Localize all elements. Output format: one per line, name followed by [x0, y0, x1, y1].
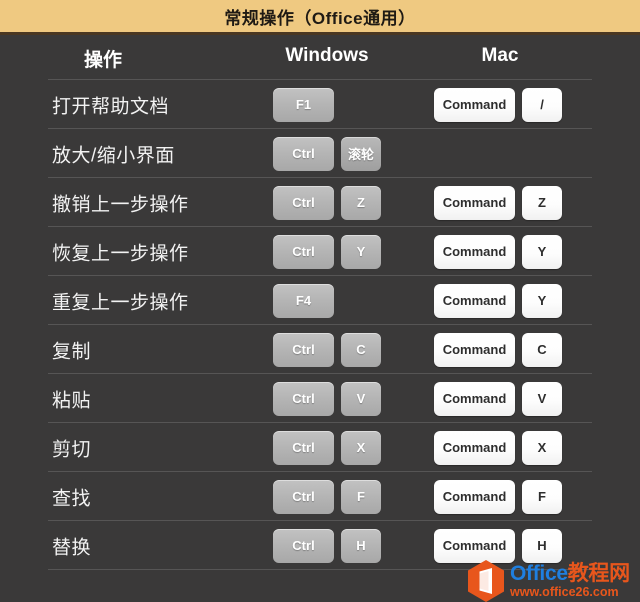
mac-key-primary: Command — [434, 381, 515, 416]
table-row-content: 查找 Ctrl F Command F — [0, 472, 640, 521]
table-row: 复制 Ctrl C Command C — [48, 324, 592, 373]
windows-key-primary: Ctrl — [273, 332, 334, 367]
table-row-content: 撤销上一步操作 Ctrl Z Command Z — [0, 178, 640, 227]
mac-key-secondary: Y — [522, 234, 562, 269]
mac-key-secondary: V — [522, 381, 562, 416]
windows-key-secondary: V — [341, 381, 381, 416]
table-row: 剪切 Ctrl X Command X — [48, 422, 592, 471]
mac-key-secondary: Z — [522, 185, 562, 220]
mac-key-primary: Command — [434, 185, 515, 220]
windows-key-secondary: F — [341, 479, 381, 514]
mac-key-secondary: H — [522, 528, 562, 563]
column-header-windows: Windows — [285, 45, 369, 66]
table-row: 打开帮助文档 F1 Command / — [48, 79, 592, 128]
windows-key-secondary: H — [341, 528, 381, 563]
table-row: 恢复上一步操作 Ctrl Y Command Y — [48, 226, 592, 275]
mac-key-primary: Command — [434, 234, 515, 269]
windows-key-primary: Ctrl — [273, 381, 334, 416]
table-row: 撤销上一步操作 Ctrl Z Command Z — [48, 177, 592, 226]
table-row: 替换 Ctrl H Command H — [48, 520, 592, 569]
action-label: 复制 — [52, 341, 92, 362]
windows-key-secondary: Y — [341, 234, 381, 269]
table-bottom-divider — [48, 569, 592, 570]
table-row: 粘贴 Ctrl V Command V — [48, 373, 592, 422]
windows-key-primary: F1 — [273, 87, 334, 122]
mac-key-primary: Command — [434, 479, 515, 514]
table-row-content: 放大/缩小界面 Ctrl 滚轮 — [0, 129, 640, 178]
mac-key-primary: Command — [434, 430, 515, 465]
table-row-content: 剪切 Ctrl X Command X — [0, 423, 640, 472]
table-body: 打开帮助文档 F1 Command / 放大/缩小界面 Ctrl 滚轮 撤销上一步操作 Ctrl… — [0, 79, 640, 570]
windows-key-primary: Ctrl — [273, 234, 334, 269]
windows-key-secondary: X — [341, 430, 381, 465]
table-row-content: 打开帮助文档 F1 Command / — [0, 80, 640, 129]
table-header-row: 操作 Windows Mac — [0, 35, 640, 79]
windows-key-primary: Ctrl — [273, 185, 334, 220]
windows-key-primary: Ctrl — [273, 430, 334, 465]
action-label: 打开帮助文档 — [52, 96, 170, 117]
shortcuts-table: 操作 Windows Mac 打开帮助文档 F1 Command / 放大/缩小界面 Ct… — [0, 35, 640, 602]
mac-key-primary: Command — [434, 87, 515, 122]
column-header-action: 操作 — [83, 50, 123, 71]
table-row-content: 复制 Ctrl C Command C — [0, 325, 640, 374]
column-header-mac: Mac — [481, 45, 519, 66]
mac-key-secondary: C — [522, 332, 562, 367]
title-bar: 常规操作（Office通用） — [0, 0, 640, 32]
table-row-content: 替换 Ctrl H Command H — [0, 521, 640, 570]
mac-key-secondary: Y — [522, 283, 562, 318]
mac-key-primary: Command — [434, 332, 515, 367]
action-label: 放大/缩小界面 — [52, 145, 175, 166]
windows-key-secondary: C — [341, 332, 381, 367]
action-label: 查找 — [52, 488, 92, 509]
windows-key-secondary: Z — [341, 185, 381, 220]
windows-key-secondary: 滚轮 — [341, 136, 381, 171]
mac-key-primary: Command — [434, 528, 515, 563]
action-label: 恢复上一步操作 — [52, 243, 189, 264]
table-row-content: 重复上一步操作 F4 Command Y — [0, 276, 640, 325]
table-row: 放大/缩小界面 Ctrl 滚轮 — [48, 128, 592, 177]
page-title: 常规操作（Office通用） — [224, 8, 416, 28]
table-row: 查找 Ctrl F Command F — [48, 471, 592, 520]
action-label: 粘贴 — [52, 390, 92, 411]
mac-key-primary: Command — [434, 283, 515, 318]
mac-key-secondary: F — [522, 479, 562, 514]
windows-key-primary: F4 — [273, 283, 334, 318]
windows-key-primary: Ctrl — [273, 136, 334, 171]
windows-key-primary: Ctrl — [273, 479, 334, 514]
action-label: 撤销上一步操作 — [52, 194, 189, 215]
table-row: 重复上一步操作 F4 Command Y — [48, 275, 592, 324]
shortcut-table-infographic: 常规操作（Office通用） 操作 Windows Mac 打开帮助文档 F1 Co… — [0, 0, 640, 602]
mac-key-secondary: / — [522, 87, 562, 122]
table-row-content: 粘贴 Ctrl V Command V — [0, 374, 640, 423]
action-label: 重复上一步操作 — [52, 292, 189, 313]
action-label: 替换 — [52, 537, 92, 558]
mac-key-secondary: X — [522, 430, 562, 465]
table-row-content: 恢复上一步操作 Ctrl Y Command Y — [0, 227, 640, 276]
windows-key-primary: Ctrl — [273, 528, 334, 563]
action-label: 剪切 — [52, 439, 92, 460]
